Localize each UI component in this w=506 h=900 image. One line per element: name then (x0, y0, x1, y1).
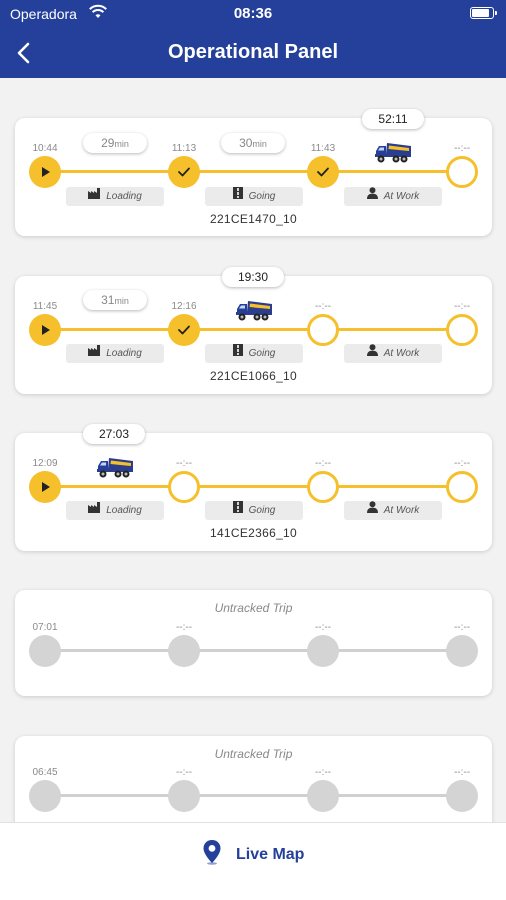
checkpoint-time: --:-- (314, 767, 332, 778)
start-node (29, 314, 61, 346)
trip-code: 141CE2366_10 (209, 526, 297, 540)
mixer-truck-icon (95, 455, 135, 483)
check-icon (317, 167, 329, 177)
inactive-node (29, 780, 61, 812)
pending-node (446, 156, 478, 188)
untracked-label: Untracked Trip (214, 601, 293, 615)
trip-card[interactable]: 52:11 29min 30min 10:44 11:13 11:43 --:-… (15, 109, 492, 236)
road-icon (232, 501, 243, 520)
inactive-node (307, 635, 339, 667)
mixer-truck-icon (234, 298, 274, 326)
elapsed-time-badge: 52:11 (362, 109, 424, 129)
stage-loading: Loading (66, 344, 164, 363)
play-icon (42, 482, 50, 492)
pending-node (446, 314, 478, 346)
inactive-node (168, 635, 200, 667)
inactive-node (168, 780, 200, 812)
inactive-node (29, 635, 61, 667)
stage-at-work: At Work (344, 501, 442, 520)
stage-going: Going (205, 187, 303, 206)
play-icon (42, 325, 50, 335)
completed-node (168, 314, 200, 346)
untracked-label: Untracked Trip (214, 747, 293, 761)
trip-code: 221CE1066_10 (209, 369, 297, 383)
checkpoint-time: --:-- (453, 622, 471, 633)
checkpoint-time: 11:13 (171, 143, 197, 154)
start-node (29, 471, 61, 503)
factory-icon (88, 501, 101, 520)
trip-code: 221CE1470_10 (209, 212, 297, 226)
progress-line (45, 794, 462, 797)
stage-at-work: At Work (344, 344, 442, 363)
road-icon (232, 344, 243, 363)
live-map-button[interactable]: Live Map (0, 839, 506, 869)
checkpoint-time: --:-- (175, 622, 193, 633)
untracked-trip-card[interactable]: Untracked Trip 06:45 --:-- --:-- --:-- (15, 736, 492, 822)
progress-line (45, 170, 462, 173)
stage-loading: Loading (66, 187, 164, 206)
inactive-node (446, 780, 478, 812)
inactive-node (446, 635, 478, 667)
app-header: Operational Panel (0, 28, 506, 78)
factory-icon (88, 187, 101, 206)
inactive-node (307, 780, 339, 812)
completed-node (168, 156, 200, 188)
checkpoint-time: --:-- (453, 458, 471, 469)
trip-card[interactable]: 27:03 12:09 --:-- --:-- --:-- Loading Go… (15, 424, 492, 551)
check-icon (178, 167, 190, 177)
progress-line (45, 485, 462, 488)
checkpoint-time: --:-- (314, 301, 332, 312)
mixer-truck-icon (373, 140, 413, 168)
checkpoint-time: 12:09 (32, 458, 58, 469)
checkpoint-time: 11:45 (32, 301, 58, 312)
checkpoint-time: --:-- (314, 458, 332, 469)
status-clock: 08:36 (233, 5, 273, 22)
untracked-trip-card[interactable]: Untracked Trip 07:01 --:-- --:-- --:-- (15, 590, 492, 696)
leg-duration: 29min (83, 133, 147, 153)
pending-node (307, 471, 339, 503)
completed-node (307, 156, 339, 188)
checkpoint-time: 07:01 (32, 622, 58, 633)
elapsed-time-badge: 19:30 (222, 267, 284, 287)
checkpoint-time: 10:44 (32, 143, 58, 154)
progress-line (45, 328, 462, 331)
road-icon (232, 187, 243, 206)
checkpoint-time: 06:45 (32, 767, 58, 778)
factory-icon (88, 344, 101, 363)
stage-loading: Loading (66, 501, 164, 520)
checkpoint-time: 12:16 (171, 301, 197, 312)
status-bar: Operadora 08:36 (0, 0, 506, 28)
bottom-bar: Live Map (0, 822, 506, 900)
start-node (29, 156, 61, 188)
play-icon (42, 167, 50, 177)
progress-line (45, 649, 462, 652)
checkpoint-time: --:-- (453, 767, 471, 778)
checkpoint-time: --:-- (453, 143, 471, 154)
checkpoint-time: --:-- (453, 301, 471, 312)
stage-at-work: At Work (344, 187, 442, 206)
check-icon (178, 325, 190, 335)
checkpoint-time: --:-- (175, 767, 193, 778)
map-pin-icon (202, 839, 222, 870)
page-title: Operational Panel (167, 41, 339, 63)
leg-duration: 31min (83, 290, 147, 310)
leg-duration: 30min (221, 133, 285, 153)
trip-card[interactable]: 19:30 31min 11:45 12:16 --:-- --:-- Load… (15, 267, 492, 394)
worker-icon (366, 187, 378, 206)
worker-icon (366, 344, 378, 363)
stage-going: Going (205, 344, 303, 363)
live-map-label: Live Map (235, 845, 305, 863)
checkpoint-time: 11:43 (310, 143, 336, 154)
checkpoint-time: --:-- (175, 458, 193, 469)
checkpoint-time: --:-- (314, 622, 332, 633)
pending-node (446, 471, 478, 503)
pending-node (168, 471, 200, 503)
trip-list[interactable]: 52:11 29min 30min 10:44 11:13 11:43 --:-… (0, 78, 506, 822)
worker-icon (366, 501, 378, 520)
pending-node (307, 314, 339, 346)
stage-going: Going (205, 501, 303, 520)
elapsed-time-badge: 27:03 (83, 424, 145, 444)
battery-icon (470, 7, 497, 19)
